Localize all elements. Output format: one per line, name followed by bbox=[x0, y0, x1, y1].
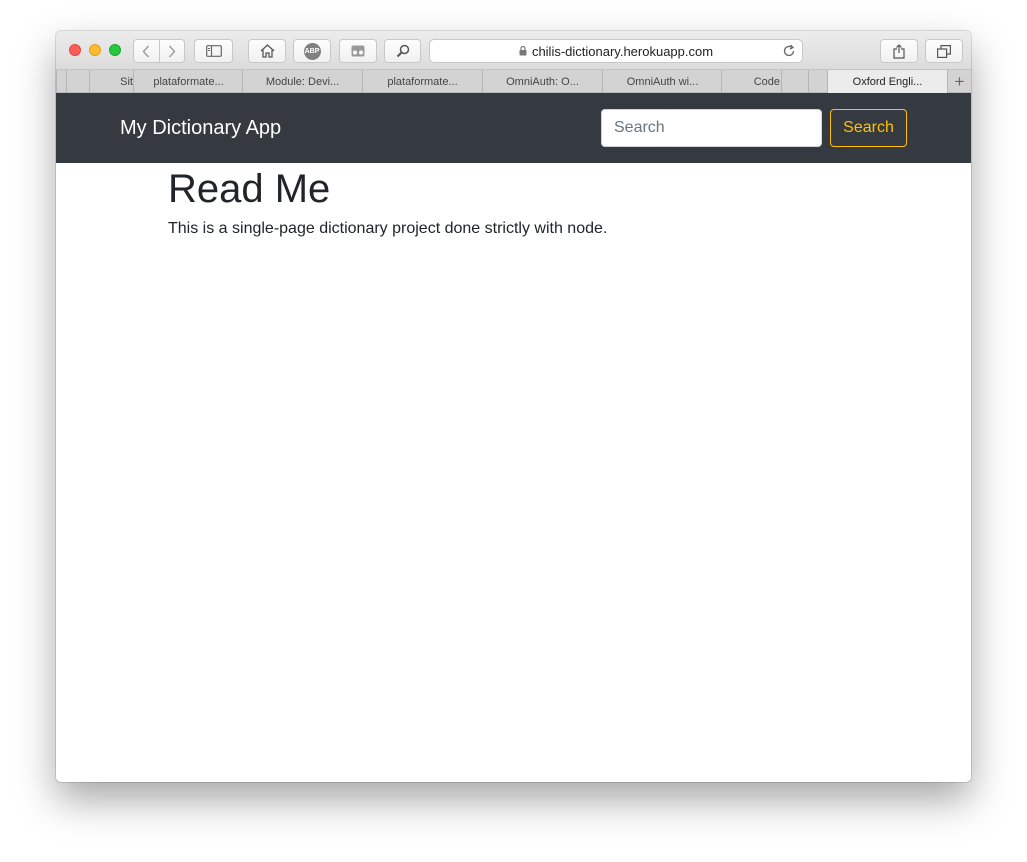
close-window-button[interactable] bbox=[69, 44, 81, 56]
tabs-overview-icon bbox=[937, 44, 951, 58]
tab-2[interactable]: plataformate... bbox=[133, 70, 243, 93]
search-input[interactable] bbox=[601, 109, 822, 147]
tab-collapsed-1[interactable] bbox=[781, 70, 808, 93]
plus-icon: + bbox=[954, 71, 965, 91]
tab-label: Code bbox=[753, 75, 780, 88]
tab-6[interactable]: OmniAuth wi... bbox=[602, 70, 722, 93]
page-title: Read Me bbox=[168, 167, 331, 211]
tab-active[interactable]: Oxford Engli... bbox=[827, 70, 947, 93]
tab-4[interactable]: plataformate... bbox=[362, 70, 482, 93]
home-button[interactable] bbox=[248, 39, 286, 63]
extension-icon bbox=[351, 45, 365, 57]
tab-1[interactable]: Sit bbox=[89, 70, 134, 93]
minimize-window-button[interactable] bbox=[89, 44, 101, 56]
address-url: chilis-dictionary.herokuapp.com bbox=[531, 43, 714, 59]
tab-label: Module: Devi... bbox=[265, 75, 340, 88]
search-tool-button[interactable] bbox=[384, 39, 421, 63]
sidebar-button[interactable] bbox=[194, 39, 233, 63]
tab-collapsed-2[interactable] bbox=[808, 70, 827, 93]
magnifier-icon bbox=[396, 44, 409, 58]
home-icon bbox=[260, 44, 274, 58]
navbar-brand[interactable]: My Dictionary App bbox=[120, 117, 281, 140]
new-tab-button[interactable]: + bbox=[947, 70, 971, 93]
tab-7[interactable]: Code bbox=[721, 70, 781, 93]
tab-label: Sit bbox=[120, 75, 133, 88]
tab-label: plataformate... bbox=[153, 75, 224, 88]
address-bar[interactable]: chilis-dictionary.herokuapp.com bbox=[429, 39, 803, 63]
tab-label: Oxford Engli... bbox=[852, 75, 923, 88]
site-navbar: My Dictionary App Search bbox=[56, 93, 971, 163]
tab-label: OmniAuth wi... bbox=[626, 75, 699, 88]
share-button[interactable] bbox=[880, 39, 918, 63]
tab-pinned-2[interactable] bbox=[66, 70, 89, 93]
tab-label: OmniAuth: O... bbox=[506, 75, 579, 88]
page-description: This is a single-page dictionary project… bbox=[168, 220, 608, 237]
lock-icon bbox=[519, 46, 527, 56]
abp-icon: ABP bbox=[303, 42, 321, 60]
tab-pinned-1[interactable] bbox=[56, 70, 66, 93]
adblock-button[interactable]: ABP bbox=[293, 39, 331, 63]
tab-label: plataformate... bbox=[387, 75, 458, 88]
reload-icon[interactable] bbox=[782, 44, 796, 58]
main-content: Read Me This is a single-page dictionary… bbox=[168, 165, 607, 238]
share-icon bbox=[893, 43, 905, 59]
chevron-right-icon bbox=[168, 45, 176, 57]
tab-bar: Sit plataformate... Module: Devi... plat… bbox=[56, 70, 971, 93]
chevron-left-icon bbox=[142, 45, 150, 57]
sidebar-icon bbox=[205, 45, 222, 57]
tabs-overview-button[interactable] bbox=[925, 39, 963, 63]
tab-5[interactable]: OmniAuth: O... bbox=[482, 70, 602, 93]
zoom-window-button[interactable] bbox=[109, 44, 121, 56]
browser-window: ABP chilis-dictionary.herokuapp.com Sit … bbox=[56, 31, 971, 782]
search-button[interactable]: Search bbox=[830, 109, 907, 147]
browser-toolbar: ABP chilis-dictionary.herokuapp.com bbox=[56, 31, 971, 70]
history-navigation bbox=[133, 39, 185, 63]
forward-button[interactable] bbox=[158, 40, 185, 62]
tab-3[interactable]: Module: Devi... bbox=[242, 70, 362, 93]
back-button[interactable] bbox=[134, 40, 159, 62]
extension-button[interactable] bbox=[339, 39, 377, 63]
